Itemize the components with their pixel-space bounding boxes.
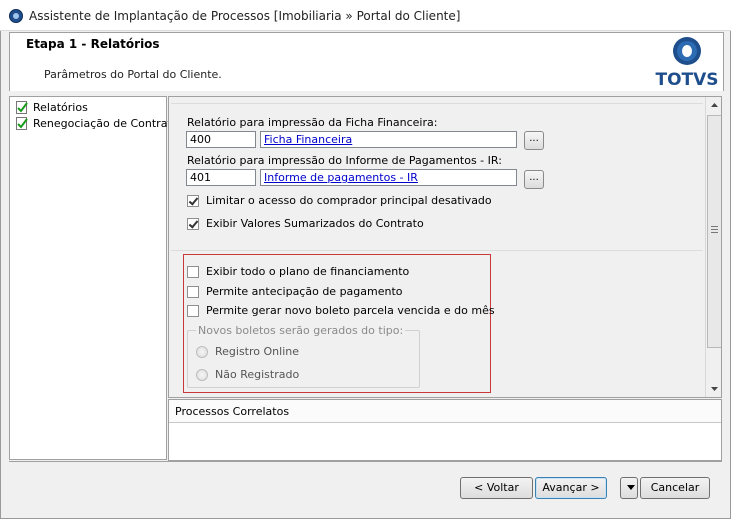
step-title: Etapa 1 - Relatórios xyxy=(26,37,160,51)
grip-icon xyxy=(711,226,718,233)
nav-pane: Relatórios Renegociação de Contrato xyxy=(9,96,178,460)
scroll-thumb[interactable] xyxy=(707,115,721,348)
app-icon xyxy=(9,9,23,23)
ficha-code-input[interactable]: 400 xyxy=(186,131,256,148)
related-processes-header: Processos Correlatos xyxy=(169,400,721,423)
related-processes-panel: Processos Correlatos xyxy=(168,399,722,461)
vertical-scrollbar[interactable] xyxy=(705,97,722,397)
content-pane: Relatório para impressão da Ficha Financ… xyxy=(168,96,722,398)
checkbox-label: Exibir Valores Sumarizados do Contrato xyxy=(206,217,424,230)
checked-document-icon xyxy=(16,101,28,114)
logo-text: TOTVS xyxy=(655,70,718,89)
window-title: Assistente de Implantação de Processos [… xyxy=(29,9,461,23)
checkbox-box[interactable] xyxy=(187,286,199,298)
radio-label: Registro Online xyxy=(215,345,299,358)
chevron-down-icon xyxy=(627,485,635,490)
ficha-browse-button[interactable]: ... xyxy=(524,131,544,150)
scroll-down-arrow-icon[interactable] xyxy=(706,380,722,397)
checkbox-box[interactable] xyxy=(187,218,199,230)
informe-report-link[interactable]: Informe de pagamentos - IR xyxy=(260,169,517,186)
related-processes-title: Processos Correlatos xyxy=(175,405,290,418)
title-bar: Assistente de Implantação de Processos [… xyxy=(0,0,731,31)
checkbox-label: Exibir todo o plano de financiamento xyxy=(206,265,410,278)
checked-document-icon xyxy=(16,117,28,130)
checkbox-box[interactable] xyxy=(187,195,199,207)
wizard-header: Etapa 1 - Relatórios Parâmetros do Porta… xyxy=(9,32,724,91)
totvs-logo: TOTVS xyxy=(655,37,719,89)
scroll-up-arrow-icon[interactable] xyxy=(706,97,722,114)
informe-code-input[interactable]: 401 xyxy=(186,169,256,186)
informe-browse-button[interactable]: ... xyxy=(524,170,544,189)
ficha-label: Relatório para impressão da Ficha Financ… xyxy=(187,116,438,129)
radio-button[interactable] xyxy=(196,369,208,381)
radio-label: Não Registrado xyxy=(215,368,300,381)
nav-item-label: Renegociação de Contrato xyxy=(33,117,179,130)
checkbox-label: Permite gerar novo boleto parcela vencid… xyxy=(206,304,495,317)
step-description: Parâmetros do Portal do Cliente. xyxy=(44,68,222,81)
boletos-group: Novos boletos serão gerados do tipo: Reg… xyxy=(187,324,420,388)
boletos-group-legend: Novos boletos serão gerados do tipo: xyxy=(196,324,406,337)
checkbox-box[interactable] xyxy=(187,266,199,278)
options-panel: Exibir todo o plano de financiamento Per… xyxy=(171,250,703,397)
back-button[interactable]: < Voltar xyxy=(460,477,533,499)
informe-label: Relatório para impressão do Informe de P… xyxy=(187,154,502,167)
report-panel: Relatório para impressão da Ficha Financ… xyxy=(171,103,703,246)
checkbox-label: Limitar o acesso do comprador principal … xyxy=(206,194,492,207)
next-button[interactable]: Avançar > xyxy=(535,477,607,499)
cancel-button[interactable]: Cancelar xyxy=(640,477,710,499)
checkbox-box[interactable] xyxy=(187,305,199,317)
checkbox-label: Permite antecipação de pagamento xyxy=(206,285,403,298)
radio-button[interactable] xyxy=(196,346,208,358)
footer-divider xyxy=(9,461,722,462)
nav-item-label: Relatórios xyxy=(33,101,88,114)
options-menu-button[interactable] xyxy=(620,477,638,499)
ficha-report-link[interactable]: Ficha Financeira xyxy=(260,131,517,148)
